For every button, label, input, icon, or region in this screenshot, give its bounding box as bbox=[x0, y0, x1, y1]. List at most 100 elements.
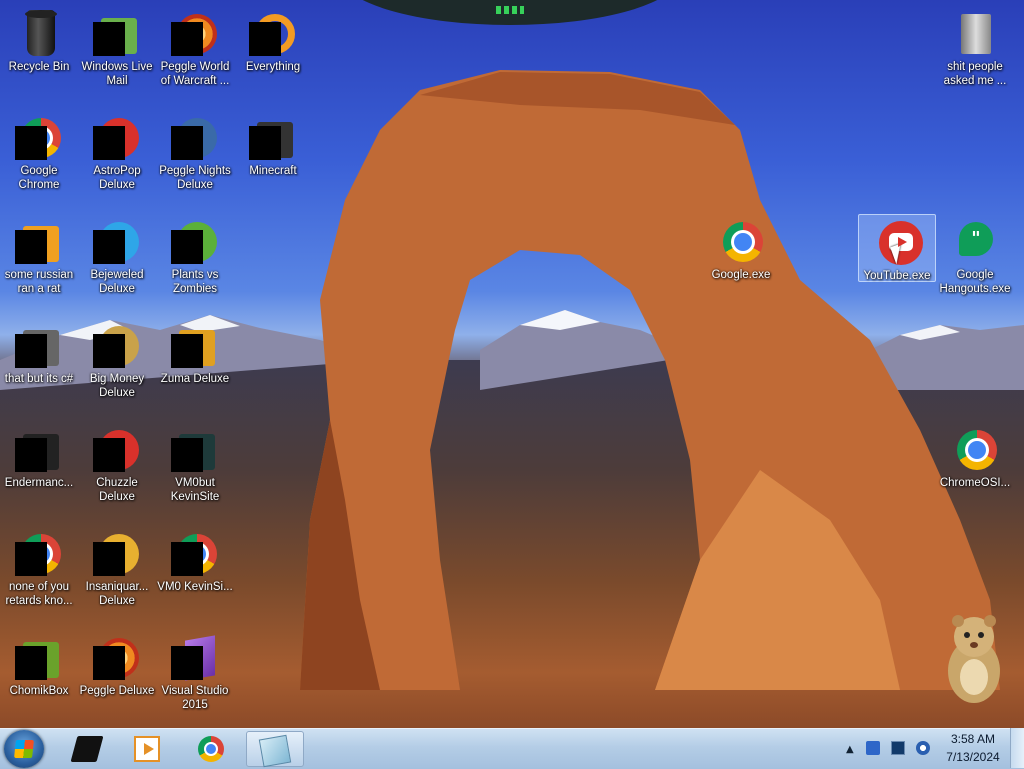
icon-label: Windows Live Mail bbox=[81, 61, 153, 87]
zuma-icon bbox=[171, 322, 219, 370]
icon-label: shit people asked me ... bbox=[943, 61, 1007, 87]
tray-expand-icon[interactable]: ▲ bbox=[846, 744, 854, 755]
plant-icon bbox=[171, 218, 219, 266]
peggle-icon bbox=[93, 634, 141, 682]
fish-icon bbox=[93, 530, 141, 578]
show-desktop-button[interactable] bbox=[1010, 728, 1024, 768]
desktop-icon-visual-studio-2015[interactable]: Visual Studio 2015 bbox=[156, 630, 234, 728]
chomikbox-icon bbox=[15, 634, 63, 682]
desktop-icon-chuzzle-deluxe[interactable]: Chuzzle Deluxe bbox=[78, 422, 156, 522]
desktop-icon-google-chrome[interactable]: Google Chrome bbox=[0, 110, 78, 210]
desktop-icon-windows-live-mail[interactable]: Windows Live Mail bbox=[78, 6, 156, 106]
clock-date[interactable]: 7/13/2024 bbox=[930, 750, 1016, 764]
search-icon bbox=[249, 10, 297, 58]
desktop-icon-astropop-deluxe[interactable]: AstroPop Deluxe bbox=[78, 110, 156, 210]
desktop-icon-minecraft[interactable]: Minecraft bbox=[234, 110, 312, 210]
taskbar-app-monitor[interactable] bbox=[60, 731, 116, 767]
media-player-icon bbox=[134, 736, 160, 762]
tray-volume-icon[interactable] bbox=[916, 741, 930, 755]
desktop-icon-vm0but-kevinsite[interactable]: VM0but KevinSite bbox=[156, 422, 234, 522]
chrome-icon bbox=[198, 736, 224, 762]
icon-label: that but its c# bbox=[4, 373, 74, 385]
desktop-icon-plants-vs-zombies[interactable]: Plants vs Zombies bbox=[156, 214, 234, 314]
icon-label: Peggle World of Warcraft ... bbox=[160, 61, 230, 87]
desktop-icon-zuma-deluxe[interactable]: Zuma Deluxe bbox=[156, 318, 234, 418]
notch-indicator bbox=[496, 6, 524, 14]
icon-label: VM0but KevinSite bbox=[170, 477, 220, 503]
mail-icon bbox=[93, 10, 141, 58]
icon-label: none of you retards kno... bbox=[5, 581, 73, 607]
folder-icon bbox=[951, 10, 999, 58]
desktop-icon-peggle-wow[interactable]: Peggle World of Warcraft ... bbox=[156, 6, 234, 106]
hamster-gadget bbox=[948, 615, 1000, 703]
desktop-icon-bejeweled-deluxe[interactable]: Bejeweled Deluxe bbox=[78, 214, 156, 314]
desktop-icon-peggle-deluxe[interactable]: Peggle Deluxe bbox=[78, 630, 156, 728]
icon-label: Chuzzle Deluxe bbox=[96, 477, 138, 503]
icon-label: Minecraft bbox=[249, 165, 297, 177]
terminal-icon bbox=[171, 426, 219, 474]
desktop-icon-none-of-you[interactable]: none of you retards kno... bbox=[0, 526, 78, 626]
icon-label: Google Chrome bbox=[18, 165, 60, 191]
icon-label: Peggle Deluxe bbox=[79, 685, 155, 697]
desktop-icon-shit-people-asked-me[interactable]: shit people asked me ... bbox=[936, 6, 1014, 106]
windows-logo-icon bbox=[14, 740, 34, 758]
icon-label: YouTube.exe bbox=[863, 270, 931, 282]
tray-monitor-icon[interactable] bbox=[891, 741, 905, 755]
peggle-icon bbox=[171, 10, 219, 58]
icon-label: Bejeweled Deluxe bbox=[90, 269, 144, 295]
astropop-icon bbox=[93, 114, 141, 162]
gem-icon bbox=[93, 218, 141, 266]
icon-label: VM0 KevinSi... bbox=[157, 581, 233, 593]
icon-label: Google Hangouts.exe bbox=[939, 269, 1011, 295]
icon-label: Endermanc... bbox=[4, 477, 74, 489]
chrome-icon bbox=[171, 530, 219, 578]
recycle-bin-icon bbox=[15, 10, 63, 58]
chrome-icon bbox=[951, 426, 999, 474]
start-button[interactable] bbox=[4, 730, 44, 768]
icon-label: AstroPop Deluxe bbox=[93, 165, 141, 191]
monitor-icon bbox=[70, 736, 104, 762]
icon-label: Big Money Deluxe bbox=[89, 373, 145, 399]
desktop-icon-insaniquarium-deluxe[interactable]: Insaniquar... Deluxe bbox=[78, 526, 156, 626]
notes-icon bbox=[258, 734, 292, 768]
desktop-icon-vm0-kevinsite[interactable]: VM0 KevinSi... bbox=[156, 526, 234, 626]
icon-label: ChomikBox bbox=[9, 685, 69, 697]
java-file-icon bbox=[15, 218, 63, 266]
desktop-icon-chomikbox[interactable]: ChomikBox bbox=[0, 630, 78, 728]
icon-label: Zuma Deluxe bbox=[160, 373, 230, 385]
icon-label: Insaniquar... Deluxe bbox=[85, 581, 149, 607]
google-icon bbox=[717, 218, 765, 266]
icon-label: Recycle Bin bbox=[8, 61, 70, 73]
peggle-icon bbox=[171, 114, 219, 162]
chrome-icon bbox=[15, 114, 63, 162]
desktop-icon-that-but-its-csharp[interactable]: that but its c# bbox=[0, 318, 78, 418]
desktop-icon-google-exe[interactable]: Google.exe bbox=[702, 214, 780, 314]
hangouts-icon: " bbox=[951, 218, 999, 266]
visual-studio-icon bbox=[171, 634, 219, 682]
minecraft-icon bbox=[249, 114, 297, 162]
taskbar-app-notes[interactable] bbox=[246, 731, 304, 768]
desktop-icon-recycle-bin[interactable]: Recycle Bin bbox=[0, 6, 78, 106]
taskbar-app-chrome[interactable] bbox=[184, 731, 240, 767]
tray-network-icon[interactable] bbox=[866, 741, 880, 755]
clock-time[interactable]: 3:58 AM bbox=[930, 732, 1016, 746]
icon-label: Peggle Nights Deluxe bbox=[159, 165, 231, 191]
chuzzle-icon bbox=[93, 426, 141, 474]
icon-label: Everything bbox=[245, 61, 301, 73]
money-icon bbox=[93, 322, 141, 370]
desktop-icon-endermanch[interactable]: Endermanc... bbox=[0, 422, 78, 522]
icon-label: some russian ran a rat bbox=[4, 269, 74, 295]
icon-label: Visual Studio 2015 bbox=[161, 685, 229, 711]
desktop-icon-google-hangouts-exe[interactable]: " Google Hangouts.exe bbox=[936, 214, 1014, 314]
icon-label: ChromeOSI... bbox=[939, 477, 1011, 489]
desktop-icon-chromeosi[interactable]: ChromeOSI... bbox=[936, 422, 1014, 522]
console-icon bbox=[15, 426, 63, 474]
icon-label: Plants vs Zombies bbox=[171, 269, 219, 295]
desktop-icon-peggle-nights-deluxe[interactable]: Peggle Nights Deluxe bbox=[156, 110, 234, 210]
shortcut-icon bbox=[15, 322, 63, 370]
taskbar-app-media-player[interactable] bbox=[120, 731, 176, 767]
desktop-icon-some-russian-ran-a-rat[interactable]: some russian ran a rat bbox=[0, 214, 78, 314]
desktop-icon-everything[interactable]: Everything bbox=[234, 6, 312, 106]
desktop-icon-big-money-deluxe[interactable]: Big Money Deluxe bbox=[78, 318, 156, 418]
desktop: Recycle Bin Google Chrome some russian r… bbox=[0, 0, 1024, 728]
